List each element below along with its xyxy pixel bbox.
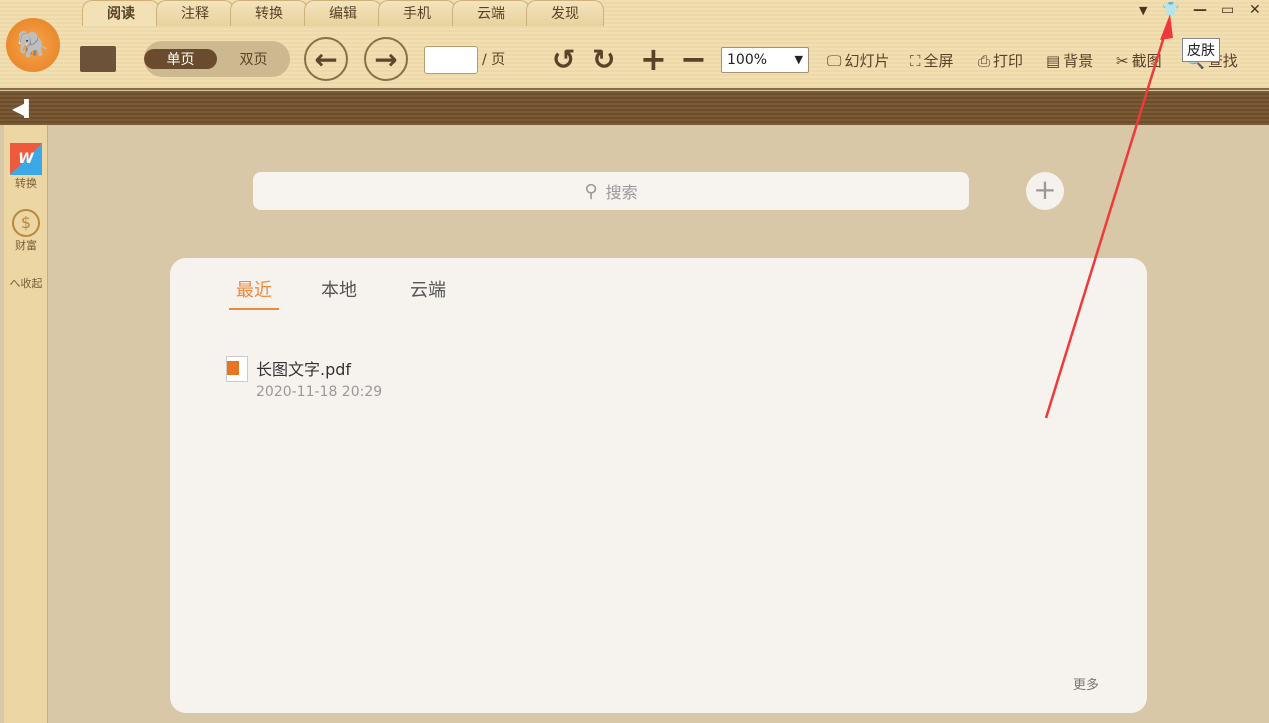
file-date: 2020-11-18 20:29 (256, 384, 383, 400)
search-icon: ⚲ (584, 180, 598, 202)
prev-page-button[interactable]: ← (304, 36, 348, 82)
pdf-word-icon: W (10, 143, 42, 175)
search-input[interactable]: ⚲ 搜索 (253, 172, 969, 210)
file-name: 长图文字.pdf (256, 360, 352, 379)
skin-tooltip: 皮肤 (1182, 38, 1220, 62)
view-mode-toggle: 单页 双页 (144, 41, 290, 77)
fullscreen-button[interactable]: ⛶ 全屏 (910, 50, 954, 71)
search-placeholder: 搜索 (605, 183, 638, 202)
rotate-left-icon[interactable]: ↺ (552, 36, 575, 82)
sidebar: W 转换 $ 财富 へ收起 (4, 125, 48, 723)
background-icon: ▤ (1046, 51, 1061, 70)
double-page-button[interactable]: 双页 (217, 49, 290, 69)
zoom-select[interactable]: 100% ▼ (721, 47, 809, 73)
slideshow-icon: 🖵 (827, 51, 842, 70)
folder-icon (80, 46, 116, 72)
tab-read[interactable]: 阅读 (82, 0, 160, 26)
arrow-right-icon: → (364, 37, 408, 81)
chevron-down-icon: ▼ (794, 53, 803, 66)
app-logo[interactable]: 🐘 (6, 18, 60, 72)
single-page-button[interactable]: 单页 (144, 49, 217, 69)
zoom-out-icon[interactable]: − (680, 36, 707, 82)
open-folder-button[interactable] (80, 36, 120, 82)
tab-local[interactable]: 本地 (321, 276, 357, 302)
sidebar-collapse[interactable]: へ收起 (4, 275, 48, 291)
label: 打印 (993, 52, 1024, 70)
label: 背景 (1063, 52, 1094, 70)
skin-shirt-icon[interactable]: 👕 (1162, 2, 1179, 18)
money-bag-icon: $ (12, 209, 40, 237)
add-button[interactable]: + (1026, 172, 1064, 210)
label: 转换 (15, 177, 37, 190)
menu-tabs: 阅读 注释 转换 编辑 手机 云端 发现 (82, 0, 604, 26)
fullscreen-icon: ⛶ (910, 51, 921, 70)
screenshot-button[interactable]: ✂ 截图 (1116, 50, 1162, 71)
print-icon: ⎙ (978, 51, 991, 70)
secondary-bar: ◀▍ (0, 91, 1269, 125)
scissors-icon: ✂ (1116, 51, 1129, 70)
close-icon[interactable]: ✕ (1249, 2, 1261, 18)
tab-annotate[interactable]: 注释 (156, 0, 234, 26)
page-number-input[interactable] (424, 46, 478, 74)
pdf-file-icon (226, 356, 248, 382)
label: 截图 (1131, 52, 1162, 70)
zoom-value: 100% (727, 52, 768, 68)
toolbar: 阅读 注释 转换 编辑 手机 云端 发现 🐘 单页 双页 ← → / 页 ↺ ↻… (0, 0, 1269, 90)
zoom-in-icon[interactable]: + (640, 36, 667, 82)
page-suffix: / 页 (482, 52, 506, 68)
tab-mobile[interactable]: 手机 (378, 0, 456, 26)
tab-cloud[interactable]: 云端 (452, 0, 530, 26)
collapse-panel-icon[interactable]: ◀▍ (12, 99, 37, 118)
background-button[interactable]: ▤ 背景 (1046, 50, 1093, 71)
sidebar-item-wealth[interactable]: $ 财富 (4, 209, 48, 253)
file-list-card: 最近 本地 云端 长图文字.pdf 2020-11-18 20:29 更多 (170, 258, 1147, 713)
label: 财富 (15, 239, 37, 252)
minimize-icon[interactable]: — (1193, 2, 1207, 18)
tab-recent[interactable]: 最近 (229, 276, 279, 310)
tab-edit[interactable]: 编辑 (304, 0, 382, 26)
tab-convert[interactable]: 转换 (230, 0, 308, 26)
rotate-right-icon[interactable]: ↻ (592, 36, 615, 82)
print-button[interactable]: ⎙ 打印 (978, 50, 1023, 71)
more-link[interactable]: 更多 (1073, 674, 1099, 693)
dropdown-menu-icon[interactable]: ▼ (1139, 4, 1147, 17)
next-page-button[interactable]: → (364, 36, 408, 82)
tab-cloud-files[interactable]: 云端 (410, 276, 446, 302)
label: 全屏 (923, 52, 954, 70)
arrow-left-icon: ← (304, 37, 348, 81)
sidebar-item-convert[interactable]: W 转换 (4, 143, 48, 191)
tab-discover[interactable]: 发现 (526, 0, 604, 26)
label: 幻灯片 (844, 52, 890, 70)
slideshow-button[interactable]: 🖵 幻灯片 (827, 50, 889, 71)
list-item[interactable]: 长图文字.pdf 2020-11-18 20:29 (226, 356, 382, 400)
maximize-icon[interactable]: ▭ (1221, 2, 1234, 18)
